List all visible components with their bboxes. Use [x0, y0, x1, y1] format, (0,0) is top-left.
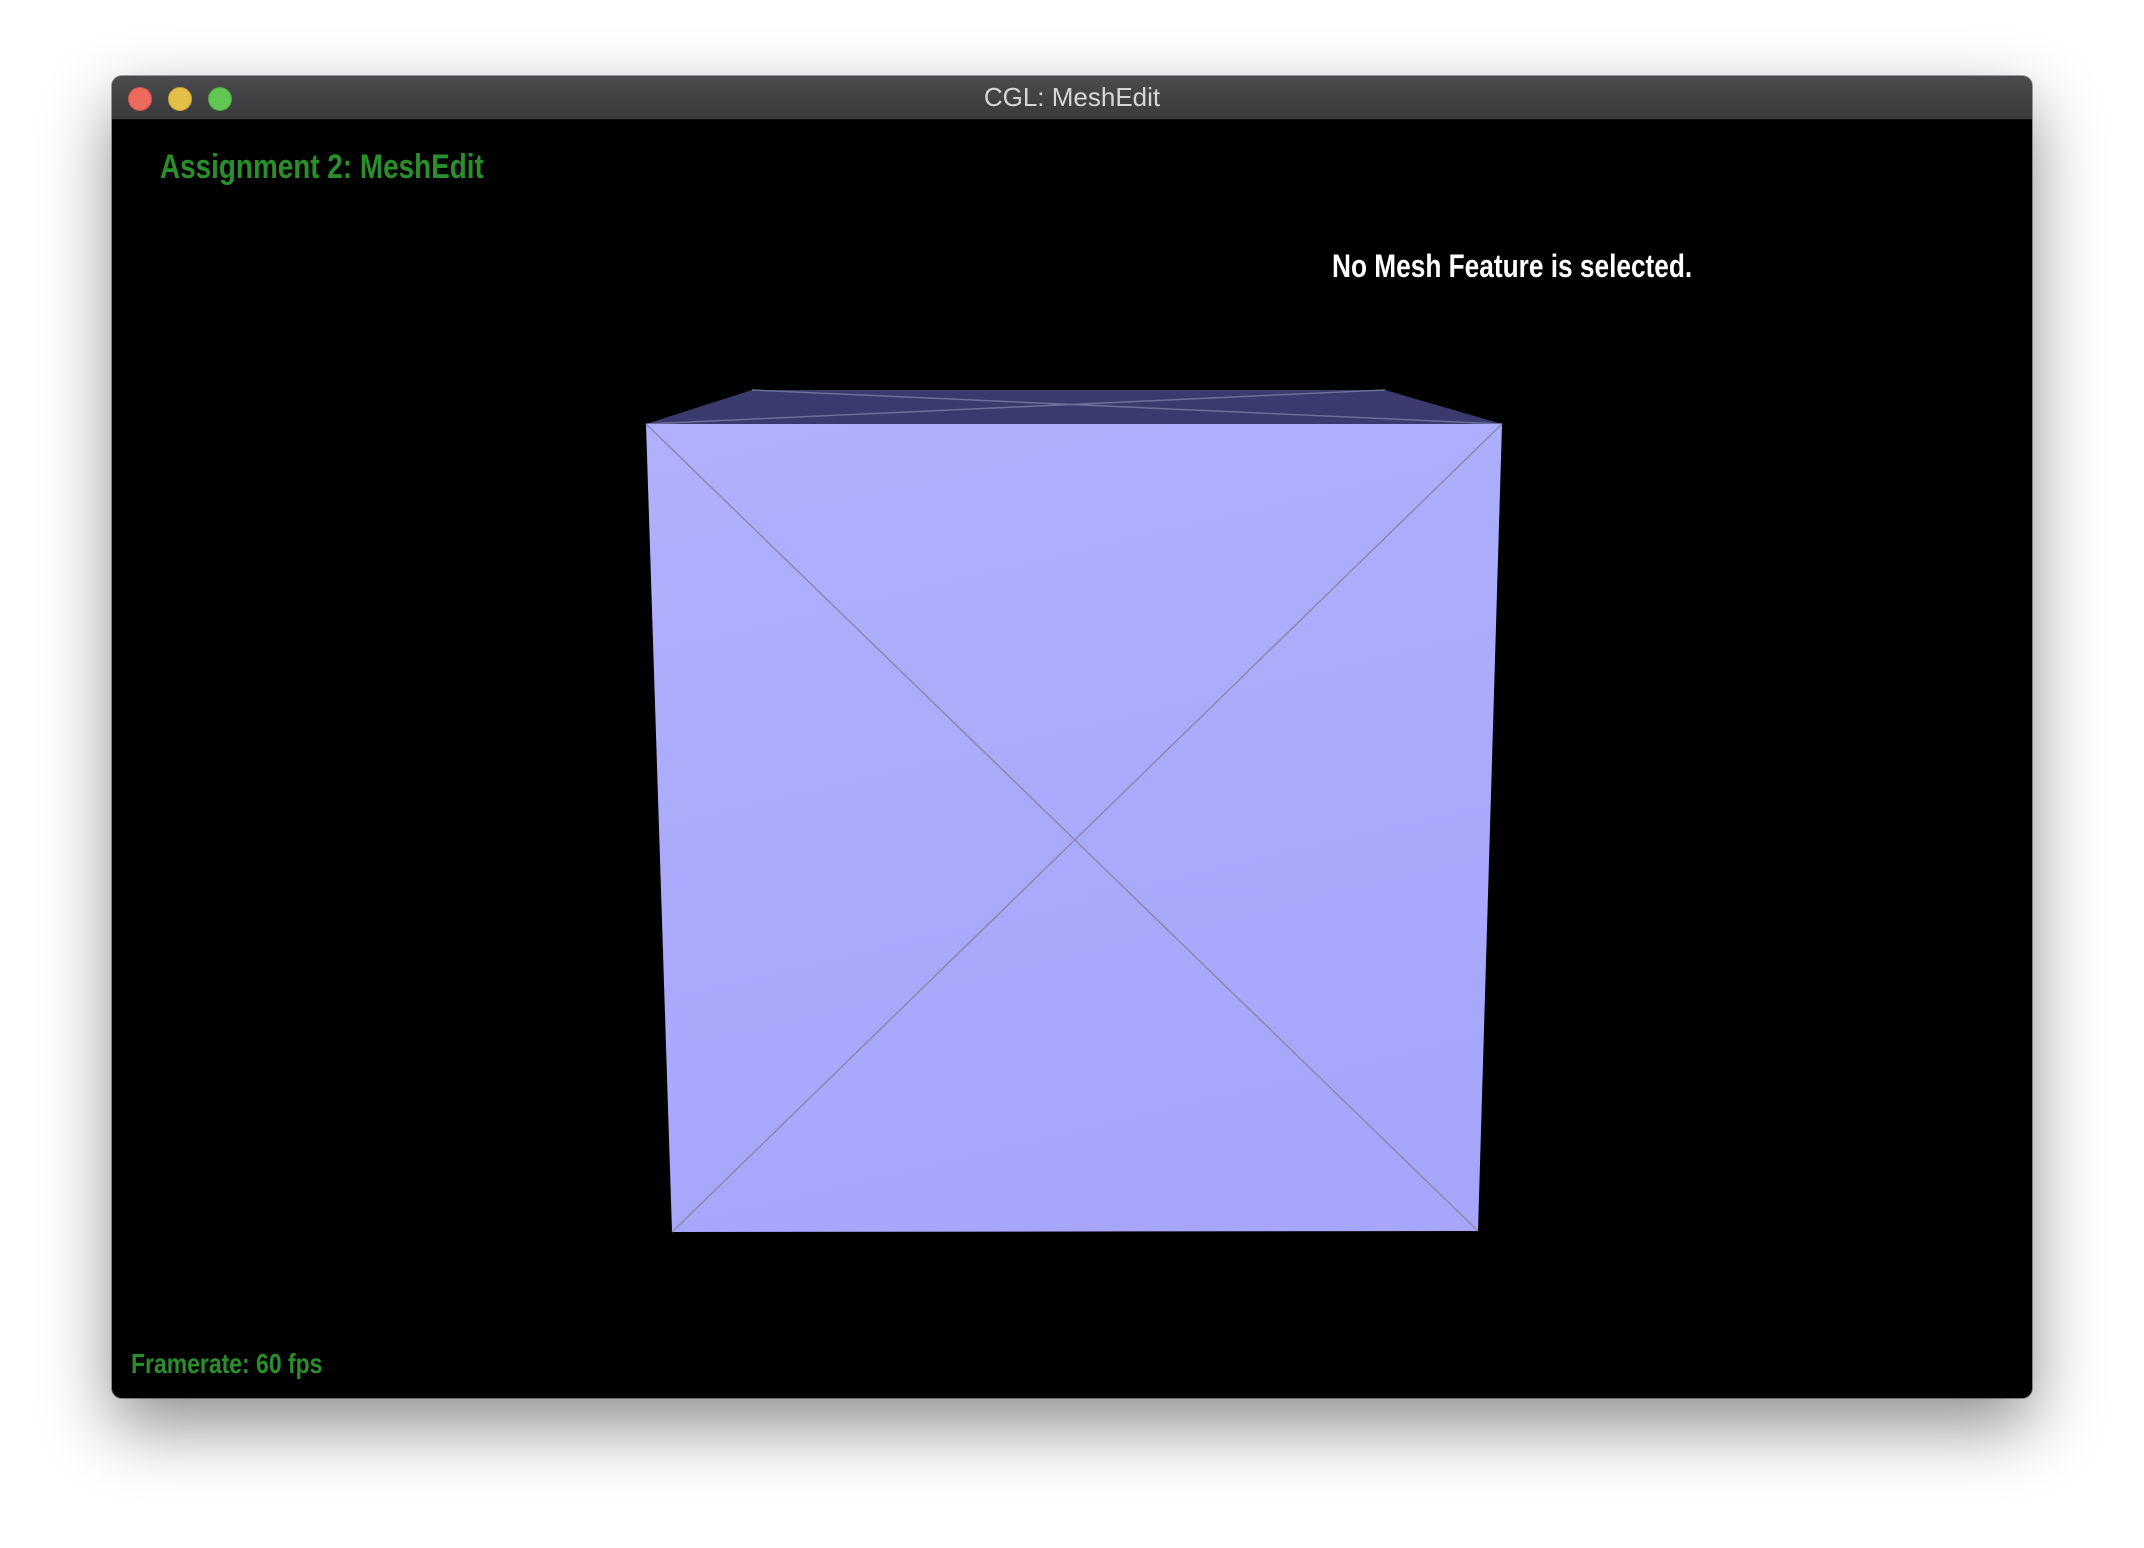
- app-window: CGL: MeshEdit Assignment 2: MeshEdit No …: [112, 76, 2032, 1398]
- selection-status: No Mesh Feature is selected.: [1332, 248, 1693, 284]
- mesh-front-face[interactable]: [646, 424, 1502, 1232]
- app-title: Assignment 2: MeshEdit: [160, 148, 484, 186]
- mesh-render[interactable]: [112, 120, 2032, 1398]
- mesh-viewport[interactable]: Assignment 2: MeshEdit No Mesh Feature i…: [112, 120, 2032, 1398]
- window-title: CGL: MeshEdit: [983, 82, 1161, 112]
- title-bar[interactable]: CGL: MeshEdit: [112, 76, 2032, 120]
- framerate-readout: Framerate: 60 fps: [131, 1348, 323, 1379]
